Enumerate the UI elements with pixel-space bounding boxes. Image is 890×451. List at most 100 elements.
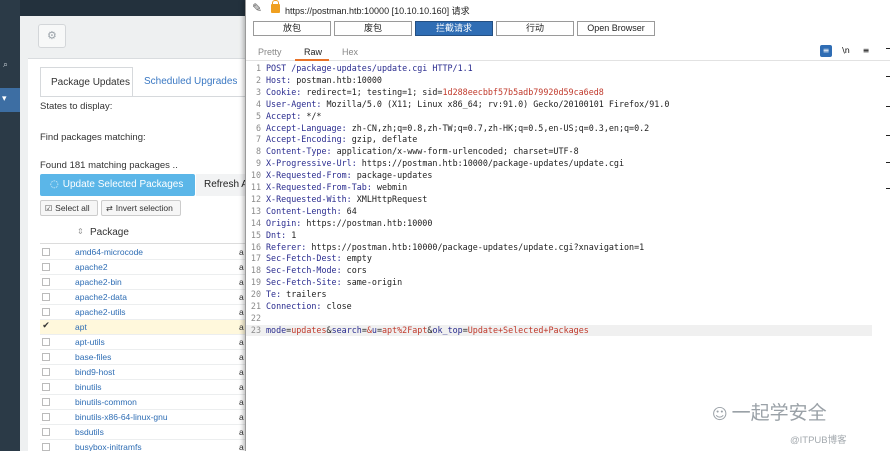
checkbox[interactable] [42, 383, 50, 391]
param-value: apt%2Fapt [382, 324, 428, 335]
open-browser-button[interactable]: Open Browser [577, 21, 655, 36]
package-name-link[interactable]: bind9-host [75, 367, 115, 377]
package-row[interactable]: apt-utils a [40, 335, 250, 350]
package-name-link[interactable]: apache2-bin [75, 277, 122, 287]
drop-button[interactable]: 废包 [334, 21, 412, 36]
action-button[interactable]: 行动 [496, 21, 574, 36]
package-name-link[interactable]: apache2-data [75, 292, 127, 302]
package-name-link[interactable]: apache2 [75, 262, 108, 272]
header-value: zh-CN,zh;q=0.8,zh-TW;q=0.7,zh-HK;q=0.5,e… [346, 122, 650, 133]
param-name: search [331, 324, 362, 335]
header-value: postman.htb:10000 [291, 74, 382, 85]
column-header-package[interactable]: Package [90, 227, 129, 238]
tab-raw[interactable]: Raw [304, 47, 322, 57]
checkbox-checked[interactable]: ✔ [42, 322, 50, 331]
package-name-link[interactable]: bsdutils [75, 427, 104, 437]
invert-selection-button[interactable]: ⇄ Invert selection [101, 200, 181, 216]
sidebar-search-icon[interactable]: ⌕ [3, 60, 8, 70]
watermark: ☺ 一起学安全 [712, 398, 827, 425]
forward-button[interactable]: 放包 [253, 21, 331, 36]
package-row[interactable]: binutils-x86-64-linux-gnu a [40, 410, 250, 425]
header-name: Te: [266, 289, 282, 300]
package-row[interactable]: ✔ apt a [40, 320, 250, 335]
header-value: gzip, deflate [346, 134, 418, 145]
intercept-toggle-button[interactable]: 拦截请求 [415, 21, 493, 36]
package-name-link[interactable]: binutils-x86-64-linux-gnu [75, 412, 168, 422]
package-name-link[interactable]: base-files [75, 352, 111, 362]
request-line: 20 Te: trailers [246, 289, 872, 300]
package-name-link[interactable]: binutils-common [75, 397, 137, 407]
package-name-link[interactable]: apt-utils [75, 337, 105, 347]
module-config-button[interactable]: ⚙ [38, 24, 66, 48]
checkbox[interactable] [42, 413, 50, 421]
watermark-source: @ITPUB博客 [790, 435, 847, 446]
header-value: https://postman.htb:10000/package-update… [356, 158, 625, 169]
sort-icon[interactable]: ⇕ [77, 227, 84, 236]
package-name-link[interactable]: apache2-utils [75, 307, 126, 317]
request-line: 16 Referer: https://postman.htb:10000/pac… [246, 242, 872, 253]
header-name: Sec-Fetch-Site: [266, 277, 342, 288]
header-name: Dnt: [266, 229, 287, 240]
package-row[interactable]: base-files a [40, 350, 250, 365]
package-row[interactable]: apache2-data a [40, 290, 250, 305]
package-row[interactable]: bsdutils a [40, 425, 250, 440]
checkbox-icon: ☑ [45, 204, 53, 213]
checkbox[interactable] [42, 308, 50, 316]
checkbox[interactable] [42, 248, 50, 256]
checkbox[interactable] [42, 293, 50, 301]
checkbox[interactable] [42, 398, 50, 406]
line-number: 4 [255, 98, 261, 109]
watermark-text: 一起学安全 [731, 402, 827, 424]
refresh-button[interactable]: Refresh A [196, 174, 250, 196]
pencil-icon[interactable]: ✎ [252, 1, 262, 15]
select-all-button[interactable]: ☑ Select all [40, 200, 98, 216]
line-number: 7 [255, 134, 261, 145]
request-line: 17 Sec-Fetch-Dest: empty [246, 253, 872, 264]
request-editor[interactable]: 1 POST /package-updates/update.cgi HTTP/1… [246, 63, 890, 451]
package-name-link[interactable]: apt [75, 322, 87, 332]
more-options-icon[interactable]: ≡ [860, 45, 872, 57]
package-description-fragment: a [239, 292, 244, 302]
checkbox[interactable] [42, 353, 50, 361]
package-name-link[interactable]: binutils [75, 382, 101, 392]
package-row[interactable]: apache2-utils a [40, 305, 250, 320]
checkbox[interactable] [42, 368, 50, 376]
request-line: 7 Accept-Encoding: gzip, deflate [246, 134, 872, 145]
header-name: Cookie: [266, 86, 302, 97]
package-name-link[interactable]: busybox-initramfs [75, 442, 142, 451]
header-name: X-Progressive-Url: [266, 158, 357, 169]
package-row[interactable]: busybox-initramfs a [40, 440, 250, 451]
header-value: close [321, 301, 352, 311]
request-line: 12 X-Requested-With: XMLHttpRequest [246, 194, 872, 205]
line-number: 14 [250, 217, 261, 228]
package-row[interactable]: apache2-bin a [40, 275, 250, 290]
header-name: Accept: [266, 110, 302, 121]
tab-package-updates[interactable]: Package Updates [40, 67, 133, 97]
package-row[interactable]: apache2 a [40, 260, 250, 275]
package-row[interactable]: amd64-microcode a [40, 245, 250, 260]
request-line: 5 Accept: */* [246, 111, 872, 122]
package-row[interactable]: binutils-common a [40, 395, 250, 410]
checkbox[interactable] [42, 443, 50, 451]
invert-selection-label: Invert selection [115, 203, 173, 213]
newline-toggle-icon[interactable]: \n [840, 45, 852, 57]
checkbox[interactable] [42, 428, 50, 436]
header-name: Accept-Encoding: [266, 134, 347, 145]
line-number: 23 [250, 324, 261, 335]
checkbox[interactable] [42, 338, 50, 346]
checkbox[interactable] [42, 263, 50, 271]
header-value: empty [341, 253, 372, 264]
package-row[interactable]: bind9-host a [40, 365, 250, 380]
line-number: 19 [250, 277, 261, 288]
tab-hex[interactable]: Hex [342, 47, 358, 57]
checkbox[interactable] [42, 278, 50, 286]
line-number: 2 [255, 74, 261, 85]
tab-pretty[interactable]: Pretty [258, 47, 282, 57]
tab-scheduled-upgrades[interactable]: Scheduled Upgrades [144, 76, 237, 87]
package-name-link[interactable]: amd64-microcode [75, 247, 143, 257]
right-window-edge [880, 48, 890, 208]
chevron-down-icon[interactable]: ▾ [2, 94, 7, 104]
update-selected-button[interactable]: ◌ Update Selected Packages [40, 174, 195, 196]
actions-menu-icon[interactable]: ≡ [820, 45, 832, 57]
package-row[interactable]: binutils a [40, 380, 250, 395]
